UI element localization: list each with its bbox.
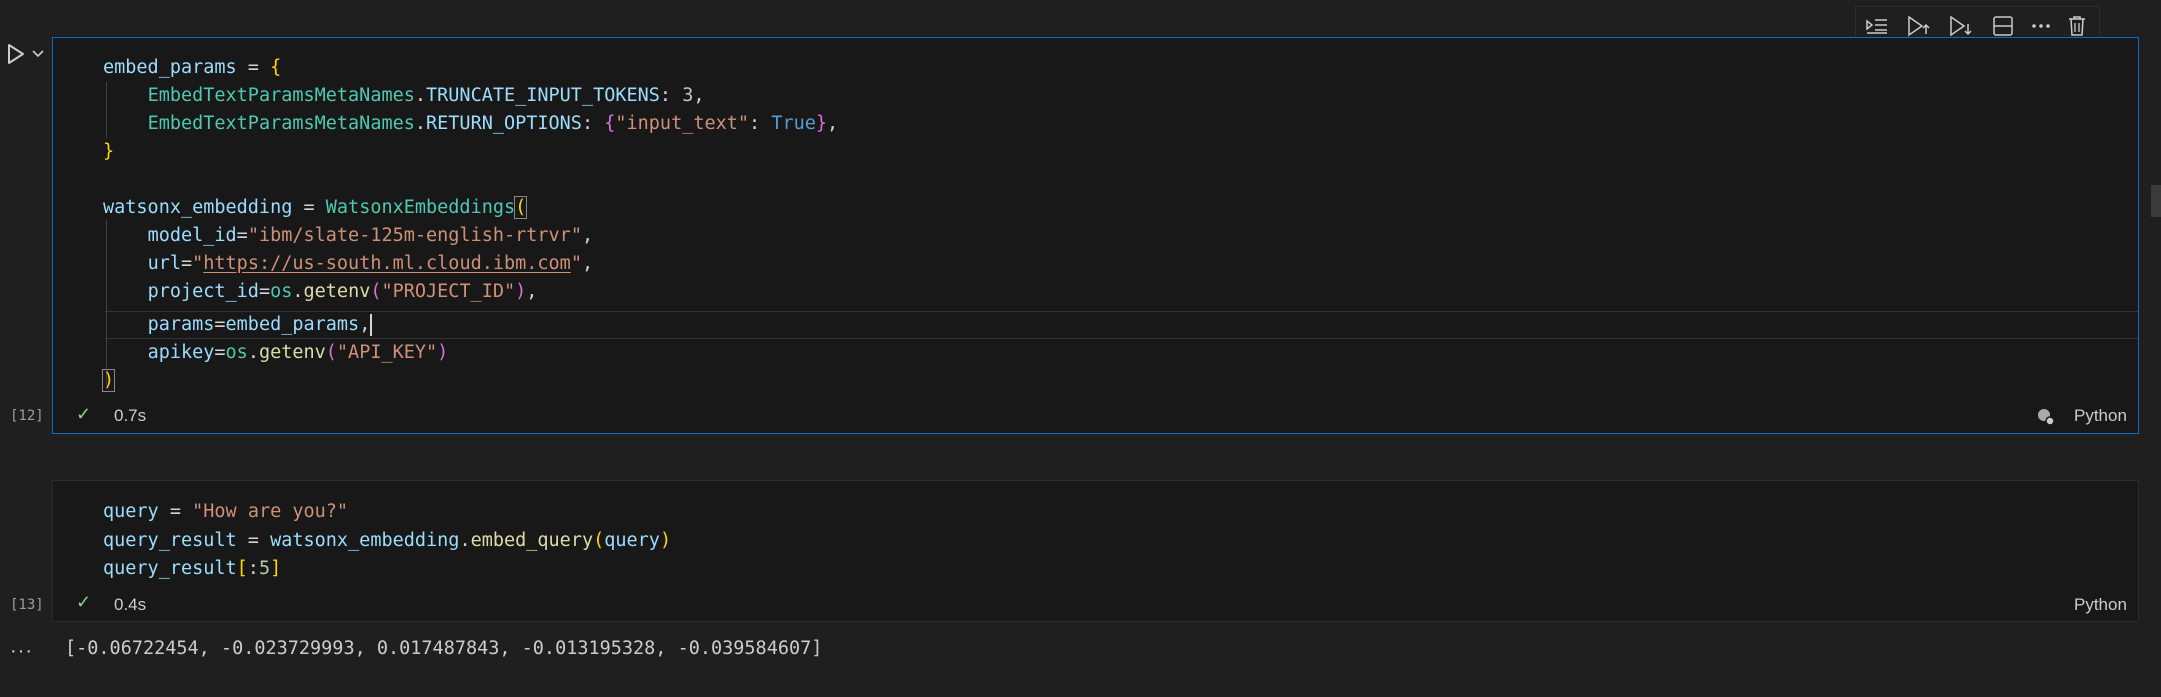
output-menu-button[interactable]: ···: [10, 640, 33, 663]
code-line[interactable]: url="https://us-south.ml.cloud.ibm.com",: [103, 250, 594, 278]
cell-language-label[interactable]: Python: [2074, 406, 2127, 426]
code-line[interactable]: }: [103, 138, 114, 166]
code-line[interactable]: ): [101, 367, 116, 395]
run-below-icon: [1950, 15, 1972, 37]
code-line[interactable]: query_result[:5]: [103, 555, 281, 583]
kernel-status-icon: [2037, 408, 2055, 431]
code-line[interactable]: EmbedTextParamsMetaNames.TRUNCATE_INPUT_…: [103, 82, 705, 110]
success-check-icon: ✓: [76, 592, 92, 612]
split-cell-icon: [1993, 16, 2013, 36]
delete-cell-button[interactable]: [2064, 14, 2090, 38]
execution-time: 0.7s: [114, 406, 147, 425]
more-icon: [2032, 24, 2050, 28]
code-line[interactable]: embed_params = {: [103, 54, 281, 82]
run-above-icon: [1908, 15, 1930, 37]
run-by-line-button[interactable]: [1864, 14, 1890, 38]
code-line[interactable]: params=embed_params,: [103, 311, 373, 339]
scrollbar-thumb[interactable]: [2151, 185, 2161, 217]
run-cell-button[interactable]: [5, 42, 45, 71]
cell-language-label[interactable]: Python: [2074, 595, 2127, 615]
text-cursor: [370, 314, 373, 336]
more-actions-button[interactable]: [2028, 14, 2054, 38]
code-line[interactable]: watsonx_embedding = WatsonxEmbeddings(: [103, 194, 528, 222]
code-line[interactable]: EmbedTextParamsMetaNames.RETURN_OPTIONS:…: [103, 110, 839, 138]
code-line[interactable]: query_result = watsonx_embedding.embed_q…: [103, 527, 671, 555]
execution-count: [12]: [10, 408, 44, 424]
execute-below-button[interactable]: [1948, 14, 1974, 38]
delete-icon: [2069, 16, 2085, 36]
execution-count: [13]: [10, 597, 44, 613]
code-line[interactable]: apikey=os.getenv("API_KEY"): [103, 339, 449, 367]
code-line[interactable]: model_id="ibm/slate-125m-english-rtrvr",: [103, 222, 594, 250]
success-check-icon: ✓: [76, 404, 92, 424]
current-line-highlight: [105, 311, 2138, 339]
run-by-line-icon: [1866, 19, 1887, 34]
split-cell-button[interactable]: [1990, 14, 2016, 38]
run-icon: [8, 44, 44, 64]
url-link[interactable]: https://us-south.ml.cloud.ibm.com: [203, 253, 571, 274]
code-line[interactable]: query = "How are you?": [103, 498, 348, 526]
code-line[interactable]: project_id=os.getenv("PROJECT_ID"),: [103, 278, 538, 306]
cell-output: [-0.06722454, -0.023729993, 0.017487843,…: [65, 638, 823, 659]
execution-time: 0.4s: [114, 595, 147, 614]
execute-above-button[interactable]: [1906, 14, 1932, 38]
